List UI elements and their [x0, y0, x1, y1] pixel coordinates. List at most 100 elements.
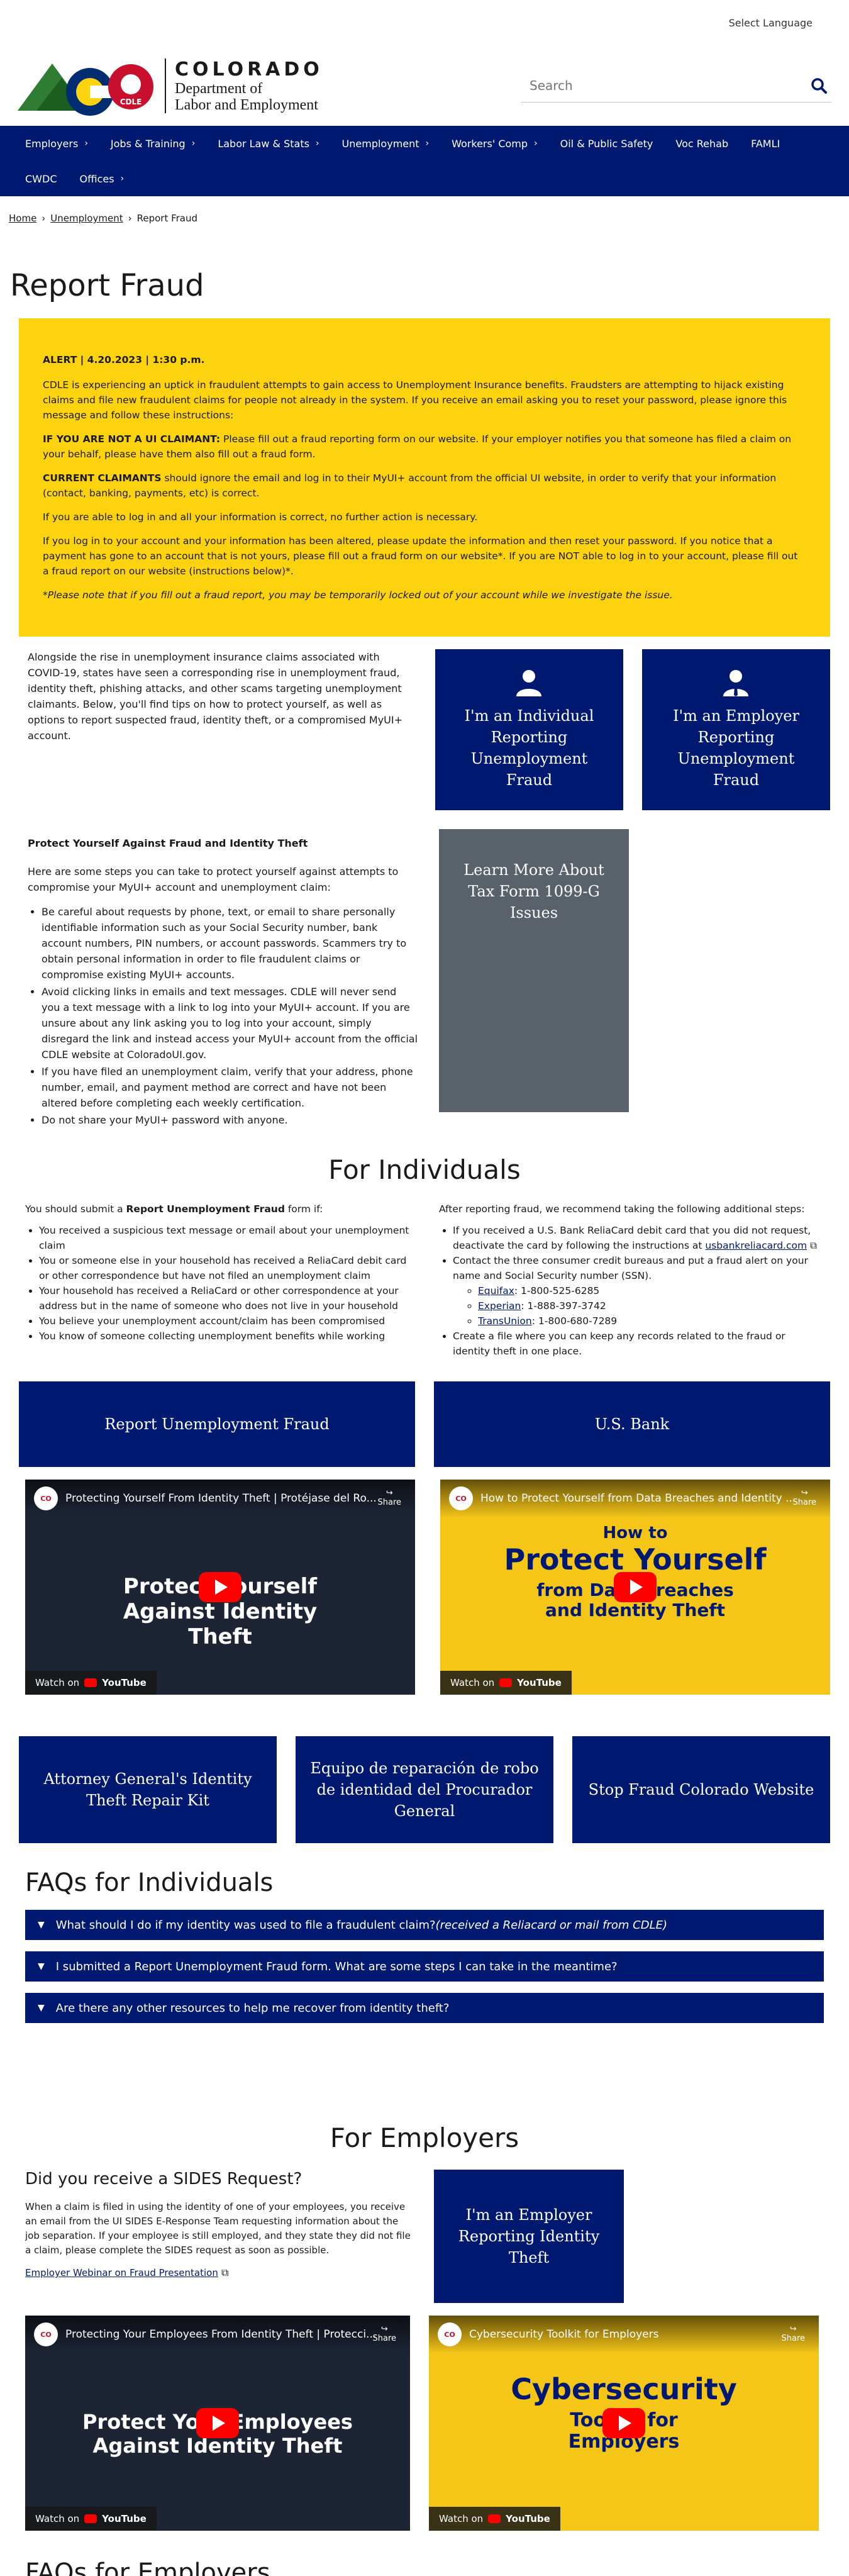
alert-paragraph: CURRENT CLAIMANTS should ignore the emai… [43, 471, 806, 501]
video-data-breaches[interactable]: CO How to Protect Yourself from Data Brea… [440, 1480, 830, 1695]
faq-individuals-title: FAQs for Individuals [25, 1868, 274, 1897]
share-icon[interactable]: ↪ Share [372, 2324, 396, 2343]
youtube-label: YouTube [102, 1677, 147, 1688]
play-icon[interactable] [602, 2408, 645, 2438]
faq-employers-title: FAQs for Employers [25, 2558, 270, 2576]
equifax-link[interactable]: Equifax [478, 1285, 514, 1296]
nav-item-workers-comp[interactable]: Workers' Comp › [440, 126, 549, 161]
share-label: Share [781, 2334, 805, 2343]
watch-on-youtube[interactable]: Watch on YouTube [429, 2507, 560, 2531]
play-icon[interactable] [614, 1572, 657, 1602]
nav-item-labor-law[interactable]: Labor Law & Stats › [206, 126, 330, 161]
breadcrumb-unemployment-link[interactable]: Unemployment [50, 213, 123, 224]
watch-on-label: Watch on [35, 1677, 80, 1688]
video-thumbnail-text: Protect Yourself [504, 1542, 767, 1576]
after-reporting-list: If you received a U.S. Bank ReliaCard de… [439, 1223, 824, 1359]
attorney-general-kit-button[interactable]: Attorney General's Identity Theft Repair… [19, 1736, 277, 1843]
bold-text: Report Unemployment Fraud [126, 1203, 285, 1215]
individual-report-card[interactable]: I'm an Individual Reporting Unemployment… [435, 649, 623, 810]
phone-text: : 1-800-525-6285 [514, 1285, 600, 1296]
experian-link[interactable]: Experian [478, 1300, 521, 1312]
protect-intro: Here are some steps you can take to prot… [28, 866, 399, 893]
list-item: If you received a U.S. Bank ReliaCard de… [453, 1223, 824, 1253]
equipo-reparacion-button[interactable]: Equipo de reparación de robo de identida… [296, 1736, 553, 1843]
video-protect-employees[interactable]: CO Protecting Your Employees From Identit… [25, 2316, 410, 2531]
nav-item-oil-public-safety[interactable]: Oil & Public Safety [549, 126, 665, 161]
nav-label: Voc Rehab [675, 137, 729, 150]
nav-item-offices[interactable]: Offices › [68, 161, 135, 196]
share-icon[interactable]: ↪ Share [792, 1488, 816, 1507]
watch-on-youtube[interactable]: Watch on YouTube [440, 1671, 572, 1695]
chevron-right-icon: › [84, 138, 88, 148]
employer-webinar-link[interactable]: Employer Webinar on Fraud Presentation [25, 2267, 218, 2278]
list-item: Be careful about requests by phone, text… [42, 904, 418, 983]
card-label: Learn More About Tax Form 1099-G Issues [463, 861, 604, 922]
faq-item[interactable]: ▼ What should I do if my identity was use… [25, 1910, 824, 1940]
us-bank-button[interactable]: U.S. Bank [434, 1381, 830, 1467]
play-icon[interactable] [199, 1572, 241, 1602]
share-icon[interactable]: ↪ Share [781, 2324, 805, 2343]
bureau-list: Equifax: 1-800-525-6285 Experian: 1-888-… [453, 1283, 824, 1329]
protect-list: Be careful about requests by phone, text… [28, 904, 418, 1128]
report-unemployment-fraud-button[interactable]: Report Unemployment Fraud [19, 1381, 415, 1467]
employers-row: Did you receive a SIDES Request? When a … [0, 2170, 849, 2303]
play-icon[interactable] [196, 2408, 239, 2438]
nav-item-jobs-training[interactable]: Jobs & Training › [99, 126, 206, 161]
alert-paragraph: CDLE is experiencing an uptick in fraudu… [43, 379, 787, 421]
faq-item[interactable]: ▼ Are there any other resources to help m… [25, 1993, 824, 2023]
list-item: Avoid clicking links in emails and text … [42, 984, 418, 1062]
protect-row: Protect Yourself Against Fraud and Ident… [0, 829, 849, 1129]
search-icon[interactable] [806, 73, 831, 98]
list-item: Create a file where you can keep any rec… [453, 1329, 824, 1359]
nav-item-cwdc[interactable]: CWDC [14, 161, 68, 196]
card-label: I'm an Employer Reporting Unemployment F… [673, 707, 799, 789]
nav-label: Labor Law & Stats [218, 137, 309, 150]
chevron-down-icon: ▼ [38, 1920, 45, 1930]
select-language-link[interactable]: Select Language [729, 17, 813, 29]
report-when-list: You received a suspicious text message o… [25, 1223, 410, 1344]
nav-item-unemployment[interactable]: Unemployment › [331, 126, 441, 161]
watch-on-youtube[interactable]: Watch on YouTube [25, 2507, 157, 2531]
text: Contact the three consumer credit bureau… [453, 1255, 808, 1281]
video-title: How to Protect Yourself from Data Breach… [480, 1492, 796, 1505]
sides-title: Did you receive a SIDES Request? [25, 2170, 302, 2188]
video-cybersecurity-toolkit[interactable]: CO Cybersecurity Toolkit for Employers ↪ S… [429, 2316, 819, 2531]
video-protect-yourself[interactable]: CO Protecting Yourself From Identity Thef… [25, 1480, 415, 1695]
tax-form-card[interactable]: Learn More About Tax Form 1099-G Issues [439, 829, 629, 1112]
breadcrumb-home-link[interactable]: Home [9, 213, 36, 224]
list-item: Equifax: 1-800-525-6285 [478, 1283, 824, 1298]
usbankreliacard-link[interactable]: usbankreliacard.com [705, 1240, 807, 1251]
card-label: I'm an Individual Reporting Unemployment… [464, 707, 594, 789]
nav-item-famli[interactable]: FAMLI [740, 126, 791, 161]
video-header: CO How to Protect Yourself from Data Brea… [440, 1480, 830, 1517]
nav-item-employers[interactable]: Employers › [14, 126, 99, 161]
person-icon [516, 670, 542, 696]
after-reporting-column: After reporting fraud, we recommend taki… [439, 1202, 824, 1359]
share-label: Share [792, 1498, 816, 1507]
list-item: You received a suspicious text message o… [39, 1223, 410, 1253]
transunion-link[interactable]: TransUnion [478, 1315, 532, 1327]
video-thumbnail-text: Cybersecurity [511, 2372, 737, 2406]
watch-on-youtube[interactable]: Watch on YouTube [25, 1671, 157, 1695]
main-nav: Employers › Jobs & Training › Labor Law & … [0, 126, 849, 196]
search-input[interactable] [521, 77, 806, 93]
list-item: You know of someone collecting unemploym… [39, 1329, 410, 1344]
faq-item[interactable]: ▼ I submitted a Report Unemployment Fraud… [25, 1951, 824, 1982]
stop-fraud-colorado-button[interactable]: Stop Fraud Colorado Website [572, 1736, 830, 1843]
faq-question: What should I do if my identity was used… [55, 1918, 436, 1932]
cdle-logo[interactable]: CDLE COLORADO Department of Labor and Em… [18, 54, 496, 117]
list-item: You or someone else in your household ha… [39, 1253, 410, 1283]
list-item: Your household has received a ReliaCard … [39, 1283, 410, 1313]
phone-text: : 1-888-397-3742 [521, 1300, 606, 1312]
youtube-label: YouTube [517, 1677, 562, 1688]
channel-avatar-icon: CO [34, 1486, 58, 1510]
share-icon[interactable]: ↪ Share [377, 1488, 401, 1507]
external-link-icon: ⧉ [807, 1240, 818, 1251]
employer-identity-theft-card[interactable]: I'm an Employer Reporting Identity Theft [434, 2170, 624, 2303]
channel-avatar-icon: CO [34, 2322, 58, 2346]
list-item: TransUnion: 1-800-680-7289 [478, 1313, 824, 1329]
phone-text: : 1-800-680-7289 [531, 1315, 618, 1327]
nav-item-voc-rehab[interactable]: Voc Rehab [664, 126, 740, 161]
sides-text: When a claim is filed in using the ident… [25, 2201, 411, 2256]
employer-report-card[interactable]: I'm an Employer Reporting Unemployment F… [641, 649, 831, 810]
